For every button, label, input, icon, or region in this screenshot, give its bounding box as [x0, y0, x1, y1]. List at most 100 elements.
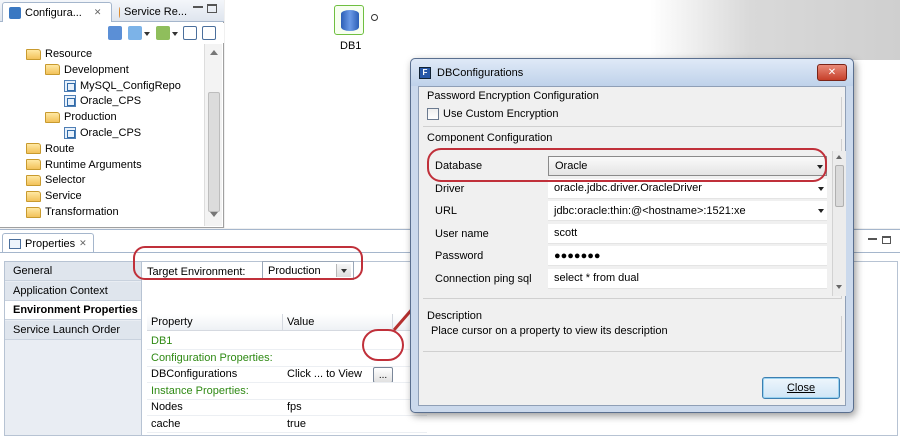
field-label: URL: [435, 205, 458, 217]
highlight-database-row: [427, 148, 827, 182]
dialog-title-bar[interactable]: F DBConfigurations: [411, 59, 853, 86]
use-custom-encryption-row[interactable]: Use Custom Encryption: [427, 108, 559, 120]
scroll-up-icon[interactable]: [836, 155, 842, 159]
scroll-thumb[interactable]: [208, 92, 220, 212]
chevron-down-icon[interactable]: [172, 32, 178, 36]
scroll-down-icon[interactable]: [836, 285, 842, 289]
folder-icon: [26, 48, 41, 60]
section-label: Instance Properties:: [151, 384, 249, 397]
ellipsis-button[interactable]: ...: [373, 367, 393, 384]
close-button-label: Close: [786, 382, 816, 394]
scroll-down-icon[interactable]: [210, 212, 218, 217]
folder-icon: [26, 190, 41, 202]
section-label: Configuration Properties:: [151, 351, 273, 364]
close-button[interactable]: Close: [762, 377, 840, 399]
tree-item[interactable]: Oracle_CPS: [64, 125, 141, 141]
tree-item[interactable]: Route: [26, 141, 74, 157]
minimize-icon[interactable]: [193, 6, 203, 9]
field-label: Password: [435, 250, 484, 262]
config-node-icon: [64, 95, 76, 108]
dbconfigurations-dialog: F DBConfigurations ✕ Password Encryption…: [410, 58, 854, 413]
close-icon[interactable]: ✕: [817, 64, 847, 81]
tab-service-label: Service Re...: [124, 6, 187, 18]
tree-item-label: Development: [64, 63, 129, 76]
config-node-icon: [64, 79, 76, 92]
config-node-icon: [64, 127, 76, 139]
tab-close-icon[interactable]: ✕: [79, 238, 87, 249]
fields-scrollbar[interactable]: [832, 151, 846, 296]
maximize-icon[interactable]: [207, 4, 217, 13]
minimize-icon[interactable]: [868, 238, 877, 241]
expand-all-icon[interactable]: [183, 26, 197, 40]
tab-properties[interactable]: Properties ✕: [2, 233, 94, 253]
column-header-property: Property: [147, 314, 283, 331]
property-value[interactable]: Click ... to View: [283, 366, 362, 382]
field-value[interactable]: ●●●●●●●: [548, 246, 827, 266]
chevron-down-icon: [818, 186, 824, 191]
tree-item[interactable]: Development: [45, 62, 129, 78]
row-divider: [147, 432, 427, 433]
app-icon: F: [419, 66, 431, 79]
tree-item[interactable]: Production: [45, 109, 117, 125]
field-value-text: ●●●●●●●: [554, 249, 601, 262]
field-value[interactable]: select * from dual: [548, 268, 827, 289]
property-name: cache: [151, 418, 181, 430]
tree-item-label: Resource: [45, 48, 93, 60]
explorer-panel: Configura... ✕ Service Re... Resource Dev…: [0, 0, 224, 228]
tab-configuration-label: Configura...: [25, 6, 82, 19]
tree-item[interactable]: Selector: [26, 172, 85, 188]
maximize-icon[interactable]: [882, 236, 891, 244]
refresh-icon[interactable]: [108, 26, 122, 40]
db-node-label: DB1: [340, 40, 362, 52]
connection-port[interactable]: [371, 14, 378, 21]
explorer-toolbar: [0, 23, 224, 43]
tree-item[interactable]: Oracle_CPS: [64, 93, 141, 109]
field-value[interactable]: scott: [548, 223, 827, 244]
chevron-down-icon[interactable]: [144, 32, 150, 36]
chevron-down-icon: [818, 209, 824, 213]
side-tab[interactable]: Application Context: [5, 281, 141, 301]
tree-scrollbar[interactable]: [204, 44, 222, 226]
folder-icon: [26, 159, 41, 171]
use-custom-encryption-checkbox[interactable]: [427, 108, 439, 120]
tab-service-repository[interactable]: Service Re...: [113, 2, 193, 22]
side-tab[interactable]: Service Launch Order: [5, 320, 141, 340]
configuration-icon: [9, 6, 21, 19]
highlight-target-environment: [133, 246, 363, 280]
folder-icon: [26, 143, 41, 155]
property-value[interactable]: true: [283, 416, 306, 432]
configuration-tree: Resource Development MySQL_ConfigRepo Oracl…: [0, 44, 204, 226]
tree-item[interactable]: MySQL_ConfigRepo: [64, 78, 181, 94]
tree-item[interactable]: Resource: [26, 46, 92, 62]
tree-item-label: Production: [64, 111, 117, 124]
side-tab[interactable]: Environment Properties: [5, 301, 141, 320]
field-value-text: oracle.jdbc.driver.OracleDriver: [554, 182, 702, 194]
tree-item-label: Oracle_CPS: [80, 95, 142, 108]
tree-item-label: Runtime Arguments: [45, 158, 142, 171]
db-node[interactable]: [334, 5, 364, 35]
scroll-up-icon[interactable]: [210, 50, 218, 55]
tree-item-label: Route: [45, 142, 75, 155]
tree-item[interactable]: Transformation: [26, 204, 119, 220]
import-icon[interactable]: [128, 26, 142, 40]
view-tab-bar: Configura... ✕ Service Re...: [0, 0, 224, 22]
use-custom-encryption-label: Use Custom Encryption: [443, 108, 559, 120]
property-value[interactable]: fps: [283, 399, 302, 415]
side-tab[interactable]: General: [5, 262, 141, 281]
field-value-text: scott: [554, 227, 578, 239]
folder-icon: [45, 64, 60, 76]
properties-side-tabs: General Application Context Environment Pr…: [4, 261, 142, 436]
tree-item[interactable]: Runtime Arguments: [26, 157, 142, 173]
field-label: User name: [435, 227, 489, 240]
service-icon: [119, 6, 121, 18]
folder-icon: [45, 111, 60, 123]
collapse-all-icon[interactable]: [202, 26, 216, 40]
export-icon[interactable]: [156, 26, 170, 40]
background-blur: [650, 0, 900, 60]
tree-item[interactable]: Service: [26, 188, 82, 204]
dialog-title: DBConfigurations: [437, 66, 524, 79]
field-value[interactable]: jdbc:oracle:thin:@<hostname>:1521:xe: [548, 201, 827, 221]
tab-configuration[interactable]: Configura... ✕: [2, 2, 112, 22]
scroll-thumb[interactable]: [835, 165, 844, 207]
tab-close-icon[interactable]: ✕: [94, 7, 102, 18]
